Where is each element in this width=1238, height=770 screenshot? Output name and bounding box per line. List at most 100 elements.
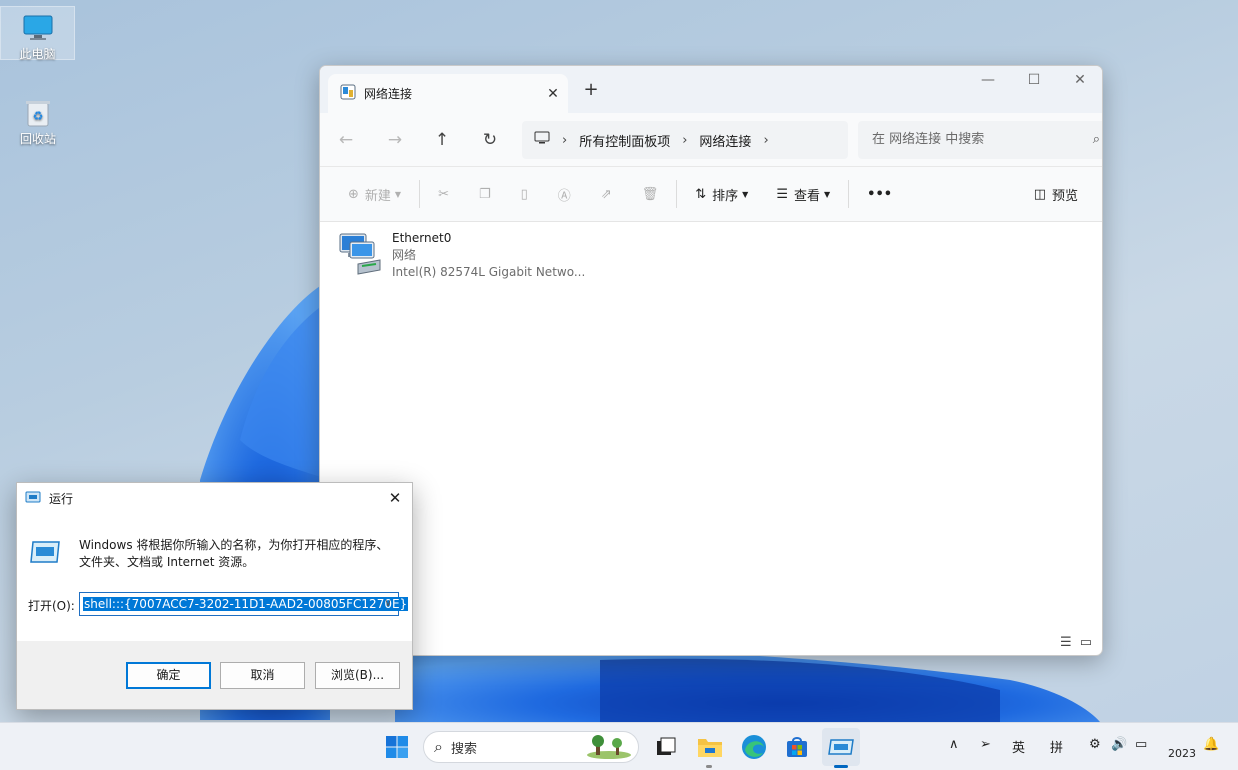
close-window-button[interactable]: ✕ <box>1057 66 1102 96</box>
title-bar: 网络连接 ✕ + — ☐ ✕ <box>320 66 1102 113</box>
search-input[interactable]: 在 网络连接 中搜索 ⌕ <box>858 121 1102 159</box>
search-highlight-icon <box>586 735 632 763</box>
chevron-right-icon: › <box>562 132 568 148</box>
send-icon[interactable]: ➢ <box>980 737 991 752</box>
task-view-icon <box>657 737 676 755</box>
scissors-icon: ✂ <box>438 186 449 202</box>
task-view-button[interactable] <box>650 731 682 763</box>
back-button[interactable]: ← <box>332 126 360 154</box>
control-panel-icon <box>340 84 356 103</box>
search-icon: ⌕ <box>1092 132 1100 147</box>
new-tab-button[interactable]: + <box>578 78 604 104</box>
cancel-button[interactable]: 取消 <box>220 662 305 689</box>
store-taskbar-button[interactable] <box>781 731 813 763</box>
forward-button[interactable]: → <box>381 126 409 154</box>
up-button[interactable]: ↑ <box>428 126 456 154</box>
pc-icon <box>534 131 550 149</box>
open-combobox[interactable]: shell:::{7007ACC7-3202-11D1-AAD2-00805FC… <box>79 592 409 616</box>
item-adapter: Intel(R) 82574L Gigabit Netwo... <box>392 265 586 279</box>
ok-button[interactable]: 确定 <box>126 662 211 689</box>
clock[interactable]: 2023 <box>1168 747 1196 760</box>
browse-button[interactable]: 浏览(B)... <box>315 662 400 689</box>
notification-bell-icon[interactable]: 🔔 <box>1203 737 1219 752</box>
file-explorer-taskbar-button[interactable] <box>694 731 726 763</box>
tab-title: 网络连接 <box>364 87 413 101</box>
minimize-button[interactable]: — <box>965 66 1011 96</box>
active-indicator <box>706 765 712 768</box>
view-switcher: ☰ ▭ <box>1060 635 1092 650</box>
delete-button[interactable]: 🗑 <box>634 178 667 210</box>
rename-button[interactable]: Ⓐ <box>550 178 579 210</box>
desktop-icon-recycle-bin[interactable]: ♻ 回收站 <box>8 92 68 147</box>
refresh-button[interactable]: ↻ <box>476 126 504 154</box>
svg-text:♻: ♻ <box>33 109 44 123</box>
sort-label: 排序 <box>712 188 739 204</box>
input-mode[interactable]: 拼 <box>1050 737 1063 756</box>
trash-icon: 🗑 <box>641 186 659 202</box>
search-placeholder: 在 网络连接 中搜索 <box>872 132 985 147</box>
copy-button[interactable]: ❐ <box>471 178 499 210</box>
file-list: Ethernet0 网络 Intel(R) 82574L Gigabit Net… <box>320 222 1102 655</box>
share-button[interactable]: ⇗ <box>593 178 620 210</box>
chevron-right-icon[interactable]: › <box>763 133 768 148</box>
maximize-button[interactable]: ☐ <box>1011 66 1057 96</box>
breadcrumb-item[interactable]: 网络连接 <box>699 131 751 150</box>
breadcrumb[interactable]: › 所有控制面板项 › 网络连接 › <box>522 121 848 159</box>
input-language[interactable]: 英 <box>1012 737 1025 756</box>
run-icon <box>25 490 41 507</box>
divider <box>419 180 421 208</box>
item-details: Ethernet0 网络 Intel(R) 82574L Gigabit Net… <box>392 230 585 281</box>
preview-pane-button[interactable]: ◫ 预览 <box>1026 178 1086 210</box>
search-icon: ⌕ <box>434 737 443 756</box>
details-view-icon[interactable]: ☰ <box>1060 635 1072 650</box>
open-value[interactable]: shell:::{7007ACC7-3202-11D1-AAD2-00805FC… <box>83 597 409 611</box>
chevron-down-icon: ▼ <box>394 189 402 199</box>
sort-icon: ⇅ <box>695 186 707 202</box>
run-title-bar: 运行 <box>17 483 412 513</box>
volume-icon[interactable]: 🔊 <box>1111 737 1127 752</box>
start-button[interactable] <box>381 731 413 763</box>
view-button[interactable]: ☰ 查看 ▼ <box>768 178 838 210</box>
chevron-down-icon: ▼ <box>742 189 749 199</box>
breadcrumb-item[interactable]: 所有控制面板项 <box>579 131 670 150</box>
more-options-button[interactable]: ••• <box>859 178 900 210</box>
paste-button[interactable]: ▯ <box>513 178 536 210</box>
close-tab-icon[interactable]: ✕ <box>538 86 568 102</box>
taskbar-search[interactable]: ⌕ 搜索 <box>423 731 639 763</box>
close-dialog-button[interactable]: ✕ <box>384 487 406 509</box>
recycle-bin-icon: ♻ <box>8 96 68 130</box>
new-button[interactable]: ⊕ 新建 ▼ <box>340 178 409 210</box>
description-line: 文件夹、文档或 Internet 资源。 <box>79 555 255 569</box>
description-line: Windows 将根据你所输入的名称，为你打开相应的程序、 <box>79 538 389 552</box>
tab-network-connections[interactable]: 网络连接 ✕ <box>328 74 568 113</box>
preview-pane-icon: ◫ <box>1033 186 1046 202</box>
active-indicator <box>834 765 848 768</box>
control-panel-taskbar-button[interactable] <box>822 728 860 766</box>
view-label: 查看 <box>793 188 820 204</box>
run-app-icon <box>29 539 61 568</box>
desktop-icon-this-pc[interactable]: 此电脑 <box>0 6 75 61</box>
ime-settings-icon[interactable]: ⚙ <box>1089 737 1101 752</box>
network-adapter-icon <box>336 230 384 281</box>
battery-icon[interactable]: ▭ <box>1135 737 1147 752</box>
run-description: Windows 将根据你所输入的名称，为你打开相应的程序、 文件夹、文档或 In… <box>79 537 399 571</box>
taskbar-search-label: 搜索 <box>450 741 477 757</box>
show-hidden-icons-button[interactable]: ∧ <box>949 737 959 752</box>
sort-button[interactable]: ⇅ 排序 ▼ <box>687 178 756 210</box>
dialog-footer: 确定 取消 浏览(B)... <box>17 641 412 709</box>
edge-taskbar-button[interactable] <box>738 731 770 763</box>
taskbar: ⌕ 搜索 ∧ ➢ 英 拼 ⚙ 🔊 ▭ 2023 🔔 <box>0 722 1238 770</box>
folder-icon <box>698 739 722 757</box>
open-label: 打开(O): <box>28 599 75 613</box>
divider <box>848 180 850 208</box>
divider <box>676 180 678 208</box>
view-list-icon: ☰ <box>776 186 788 202</box>
chevron-down-icon[interactable]: ∨ <box>378 593 398 615</box>
tiles-view-icon[interactable]: ▭ <box>1080 635 1092 650</box>
cut-button[interactable]: ✂ <box>430 178 457 210</box>
command-bar: ⊕ 新建 ▼ ✂ ❐ ▯ Ⓐ ⇗ 🗑 ⇅ 排序 ▼ ☰ 查看 ▼ ••• ◫ 预… <box>320 167 1102 222</box>
chevron-down-icon: ▼ <box>823 189 831 199</box>
plus-circle-icon: ⊕ <box>348 186 359 202</box>
list-item[interactable]: Ethernet0 网络 Intel(R) 82574L Gigabit Net… <box>336 230 585 281</box>
rename-icon: Ⓐ <box>557 188 571 204</box>
